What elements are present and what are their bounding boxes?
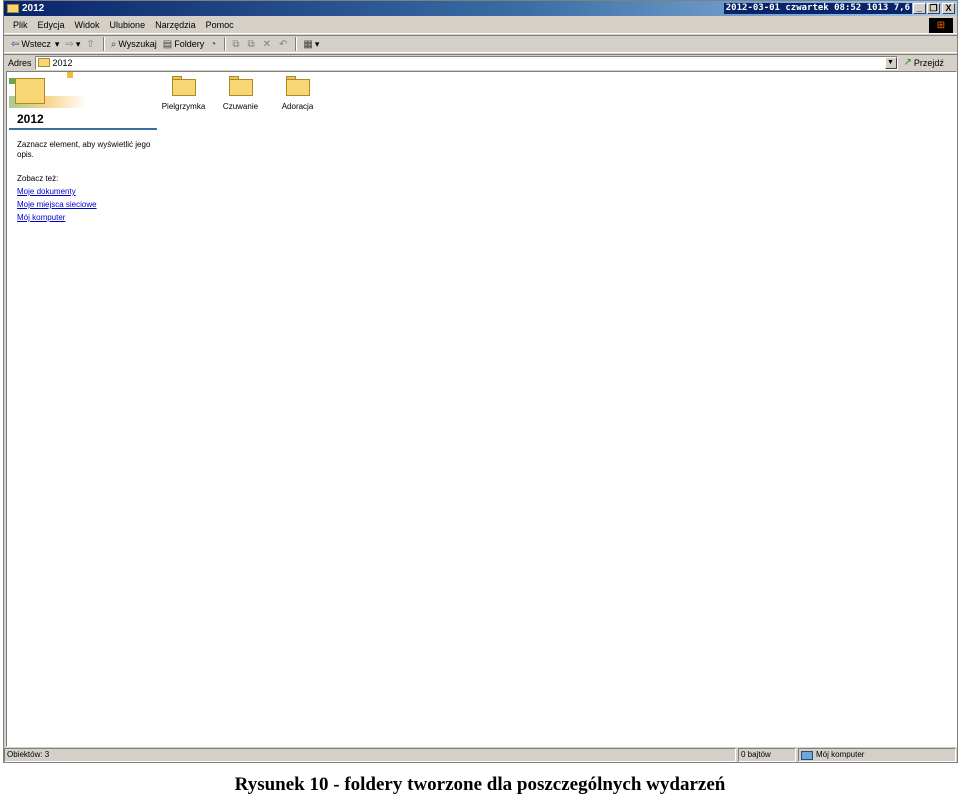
- folder-view[interactable]: 2012 Zaznacz element, aby wyświetlić jeg…: [6, 71, 957, 747]
- folder-icon: [228, 76, 253, 96]
- menu-bar: Plik Edycja Widok Ulubione Narzędzia Pom…: [4, 17, 957, 34]
- history-icon: ◔: [210, 38, 217, 50]
- menu-view[interactable]: Widok: [70, 20, 105, 30]
- pane-title: 2012: [17, 112, 44, 126]
- back-button[interactable]: ⇦ Wstecz ▾: [8, 36, 62, 52]
- undo-button[interactable]: ↶: [276, 36, 292, 52]
- toolbar-separator: [295, 37, 298, 51]
- status-object-count: Obiektów: 3: [4, 748, 736, 762]
- address-field[interactable]: 2012 ▼: [34, 55, 898, 70]
- chevron-down-icon[interactable]: ▾: [76, 39, 81, 50]
- address-dropdown-button[interactable]: ▼: [884, 56, 897, 69]
- toolbar-separator: [224, 37, 227, 51]
- computer-icon: [801, 750, 813, 760]
- search-label: Wyszukaj: [118, 39, 157, 49]
- close-button[interactable]: X: [942, 3, 955, 14]
- go-button[interactable]: ↗ Przejdź: [904, 57, 944, 68]
- link-my-computer[interactable]: Mój komputer: [17, 213, 159, 222]
- folder-label: Pielgrzymka: [161, 102, 206, 111]
- folders-icon: ▤: [162, 38, 173, 50]
- explorer-window: 2012 2012-03-01 czwartek 08:52 1013 7,6 …: [3, 0, 958, 763]
- address-value: 2012: [52, 57, 73, 68]
- minimize-button[interactable]: _: [913, 3, 926, 14]
- menu-file[interactable]: Plik: [8, 20, 33, 30]
- menu-edit[interactable]: Edycja: [33, 20, 70, 30]
- folder-item[interactable]: Pielgrzymka: [155, 74, 212, 111]
- folders-label: Foldery: [174, 39, 205, 49]
- forward-button[interactable]: ⇨ ▾: [62, 36, 83, 52]
- history-button[interactable]: ◔: [207, 36, 221, 52]
- back-arrow-icon: ⇦: [11, 38, 20, 50]
- restore-button[interactable]: ❐: [927, 3, 940, 14]
- delete-icon: ✕: [262, 38, 271, 50]
- move-to-button[interactable]: ⧉: [229, 36, 244, 52]
- status-bar: Obiektów: 3 0 bajtów Mój komputer: [4, 748, 957, 762]
- folder-icon: [37, 58, 50, 67]
- details-pane: 2012 Zaznacz element, aby wyświetlić jeg…: [9, 72, 159, 222]
- pane-divider: [9, 128, 157, 130]
- toolbar: ⇦ Wstecz ▾ ⇨ ▾ ⇧ ⌕ Wyszukaj ▤ Foldery ◔ …: [4, 35, 957, 53]
- copy-to-icon: ⧉: [247, 38, 255, 50]
- folder-item[interactable]: Adoracja: [269, 74, 326, 111]
- status-location-label: Mój komputer: [816, 750, 865, 759]
- back-label: Wstecz: [21, 39, 51, 49]
- folder-icon: [285, 76, 310, 96]
- folder-list: Pielgrzymka Czuwanie Adoracja: [155, 74, 326, 111]
- pane-description: Zaznacz element, aby wyświetlić jego opi…: [17, 140, 151, 159]
- undo-icon: ↶: [278, 38, 288, 50]
- folders-button[interactable]: ▤ Foldery: [160, 36, 207, 52]
- banner-dot: [67, 72, 73, 78]
- move-to-icon: ⧉: [232, 38, 240, 50]
- folder-icon: [15, 78, 45, 104]
- forward-arrow-icon: ⇨: [65, 38, 74, 50]
- menu-favorites[interactable]: Ulubione: [105, 20, 151, 30]
- status-size: 0 bajtów: [738, 748, 796, 762]
- copy-to-button[interactable]: ⧉: [244, 36, 259, 52]
- chevron-down-icon[interactable]: ▾: [55, 39, 60, 50]
- figure-caption: Rysunek 10 - foldery tworzone dla poszcz…: [234, 774, 726, 795]
- search-button[interactable]: ⌕ Wyszukaj: [108, 36, 160, 52]
- folder-icon: [171, 76, 196, 96]
- windows-logo-icon: ⊞: [929, 18, 953, 33]
- views-button[interactable]: ▦ ▾: [300, 36, 322, 52]
- link-my-network-places[interactable]: Moje miejsca sieciowe: [17, 200, 159, 209]
- link-my-documents[interactable]: Moje dokumenty: [17, 187, 159, 196]
- chevron-down-icon[interactable]: ▾: [315, 39, 320, 50]
- status-location: Mój komputer: [798, 748, 956, 762]
- up-folder-icon: ⇧: [86, 38, 95, 50]
- folder-icon: [7, 4, 19, 13]
- window-title: 2012: [22, 3, 45, 14]
- address-bar: Adres 2012 ▼ ↗ Przejdź: [4, 54, 957, 70]
- folder-label: Czuwanie: [222, 102, 259, 111]
- title-bar[interactable]: 2012 2012-03-01 czwartek 08:52 1013 7,6 …: [4, 1, 957, 16]
- toolbar-separator: [102, 37, 105, 51]
- go-label: Przejdź: [913, 57, 944, 68]
- go-arrow-icon: ↗: [903, 57, 912, 68]
- folder-banner-image: [9, 72, 87, 108]
- search-icon: ⌕: [110, 38, 117, 50]
- menu-help[interactable]: Pomoc: [201, 20, 239, 30]
- delete-button[interactable]: ✕: [260, 36, 276, 52]
- menu-tools[interactable]: Narzędzia: [150, 20, 201, 30]
- see-also-label: Zobacz też:: [17, 174, 59, 183]
- folder-label: Adoracja: [281, 102, 314, 111]
- folder-item[interactable]: Czuwanie: [212, 74, 269, 111]
- clock-readout: 2012-03-01 czwartek 08:52 1013 7,6: [723, 3, 912, 14]
- views-icon: ▦: [303, 38, 313, 50]
- address-label: Adres: [8, 57, 32, 68]
- up-folder-button[interactable]: ⇧: [83, 36, 99, 52]
